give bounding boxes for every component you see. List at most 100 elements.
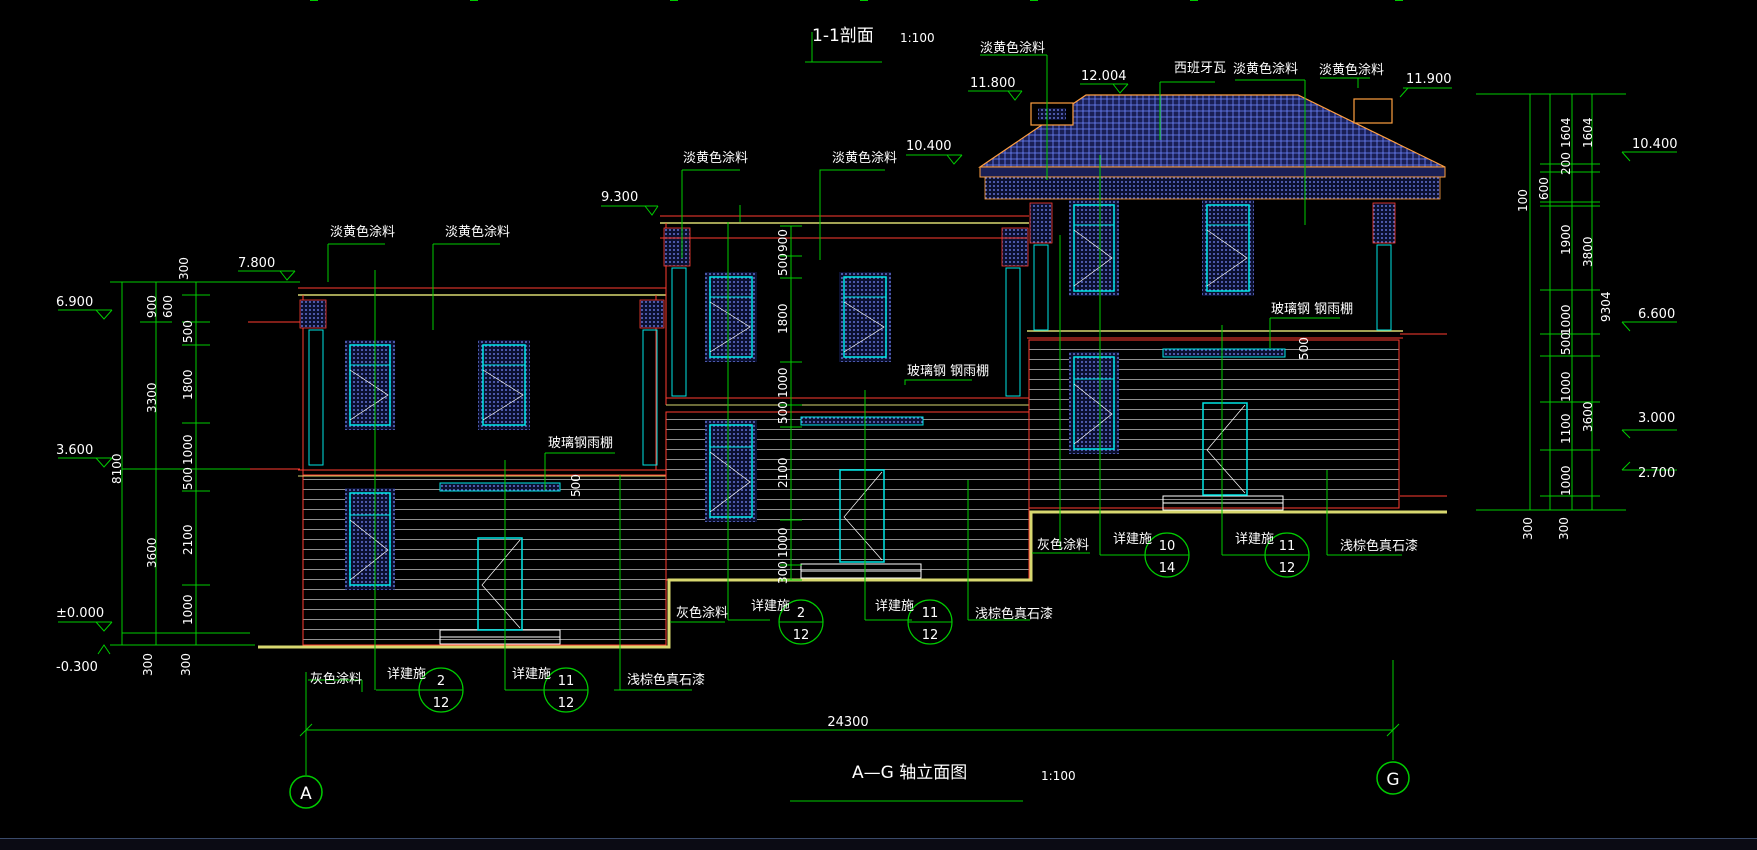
r-dim-300a: 300 [1521, 517, 1535, 540]
callout-3-top: 2 [797, 606, 805, 621]
note-detail-2: 详建施 [512, 667, 551, 682]
note-canopy-1: 玻璃钢雨棚 [548, 436, 613, 451]
note-dim-500-left: 500 [569, 474, 583, 497]
mid-dim-900: 900 [776, 229, 790, 252]
status-strip [0, 838, 1757, 850]
overall-length: 24300 [827, 715, 868, 730]
mid-dim-300: 300 [776, 561, 790, 584]
r-dim-1900: 1900 [1559, 224, 1573, 255]
elevation-drawing: A G 2 12 11 12 2 12 11 12 10 14 11 12 1-… [56, 0, 1678, 809]
note-yellow-paint-1: 淡黄色涂料 [330, 224, 395, 240]
dim-1000b: 1000 [181, 594, 195, 625]
dim-600: 600 [161, 295, 175, 318]
section-title: 1-1剖面 [812, 26, 874, 46]
callout-1-bottom: 12 [433, 696, 450, 711]
mid-dim-1000b: 1000 [776, 527, 790, 558]
dim-1000a: 1000 [181, 434, 195, 465]
note-detail-4: 详建施 [875, 599, 914, 614]
detail-callout-4: 11 12 [907, 599, 953, 645]
dim-3300: 3300 [145, 382, 159, 413]
dim-300b: 300 [141, 653, 155, 676]
axis-label-a: A [300, 784, 312, 804]
callout-4-bottom: 12 [922, 628, 939, 643]
level-7800: 7.800 [238, 256, 275, 271]
callout-1-top: 2 [437, 674, 445, 689]
dim-500b: 500 [181, 467, 195, 490]
level-12004: 12.004 [1081, 69, 1127, 84]
r-dim-9304: 9304 [1599, 291, 1613, 322]
note-stone-1: 浅棕色真石漆 [627, 672, 705, 688]
note-canopy-2: 玻璃钢 钢雨棚 [907, 364, 989, 379]
note-detail-6: 详建施 [1235, 532, 1274, 547]
wall-middle-block [660, 215, 1030, 581]
note-yellow-paint-7: 淡黄色涂料 [1319, 62, 1384, 78]
dim-300c: 300 [179, 653, 193, 676]
level-3000: 3.000 [1638, 411, 1675, 426]
level-10400-left: 10.400 [906, 139, 952, 154]
elevation-scale: 1:100 [1041, 769, 1076, 783]
mid-dim-2100: 2100 [776, 457, 790, 488]
note-yellow-paint-4: 淡黄色涂料 [832, 150, 897, 166]
level-11800: 11.800 [970, 76, 1016, 91]
note-grey-paint-1: 灰色涂料 [310, 671, 362, 687]
note-dim-500-right: 500 [1297, 337, 1311, 360]
note-stone-2: 浅棕色真石漆 [975, 606, 1053, 622]
mid-dim-500b: 500 [776, 401, 790, 424]
section-scale: 1:100 [900, 31, 935, 45]
note-spanish-tile: 西班牙瓦 [1174, 61, 1226, 76]
note-canopy-3: 玻璃钢 钢雨棚 [1271, 302, 1353, 317]
note-grey-paint-3: 灰色涂料 [1037, 537, 1089, 553]
axis-bubble-g: G [1376, 761, 1410, 795]
level-3600: 3.600 [56, 443, 93, 458]
dim-500a: 500 [181, 320, 195, 343]
note-yellow-paint-6: 淡黄色涂料 [1233, 61, 1298, 77]
note-yellow-paint-3: 淡黄色涂料 [683, 150, 748, 166]
r-dim-1604b: 1604 [1581, 117, 1595, 148]
dim-2100: 2100 [181, 524, 195, 555]
callout-2-top: 11 [558, 674, 575, 689]
left-dimension-text: 300 900 600 500 1800 1000 500 2100 1000 … [110, 257, 195, 676]
mid-dim-1800: 1800 [776, 303, 790, 334]
callout-3-bottom: 12 [793, 628, 810, 643]
r-dim-1000b: 1000 [1559, 371, 1573, 402]
callout-6-bottom: 12 [1279, 561, 1296, 576]
r-dim-1000c: 1000 [1559, 465, 1573, 496]
note-detail-5: 详建施 [1113, 532, 1152, 547]
mid-dim-1000: 1000 [776, 367, 790, 398]
note-detail-3: 详建施 [751, 599, 790, 614]
middle-dimension-text: 900 500 1800 1000 500 2100 1000 300 [776, 229, 790, 584]
note-grey-paint-2: 灰色涂料 [676, 605, 728, 621]
r-dim-200: 200 [1559, 152, 1573, 175]
note-yellow-paint-2: 淡黄色涂料 [445, 224, 510, 240]
level-m300: -0.300 [56, 660, 98, 675]
right-dimension-text: 1604 1604 200 100 600 1900 1000 500 1000… [1516, 117, 1613, 540]
elevation-title-block: A—G 轴立面图 1:100 [790, 763, 1076, 802]
callout-5-top: 10 [1159, 539, 1176, 554]
r-dim-600: 600 [1537, 177, 1551, 200]
level-11900: 11.900 [1406, 72, 1452, 87]
r-dim-1100: 1100 [1559, 413, 1573, 444]
mid-dim-500a: 500 [776, 253, 790, 276]
dim-300: 300 [177, 257, 191, 280]
dim-1800: 1800 [181, 369, 195, 400]
elevation-title: A—G 轴立面图 [852, 763, 967, 783]
note-stone-3: 浅棕色真石漆 [1340, 538, 1418, 554]
r-dim-3600: 3600 [1581, 401, 1595, 432]
level-6900: 6.900 [56, 295, 93, 310]
note-yellow-paint-5: 淡黄色涂料 [980, 40, 1045, 56]
axis-bubble-a: A [289, 775, 323, 809]
hip-roof [978, 94, 1446, 200]
dim-900: 900 [145, 295, 159, 318]
level-6600: 6.600 [1638, 307, 1675, 322]
level-10400-right: 10.400 [1632, 137, 1678, 152]
r-dim-100: 100 [1516, 189, 1530, 212]
r-dim-1604a: 1604 [1559, 117, 1573, 148]
left-dimension-lines [110, 281, 300, 646]
callout-4-top: 11 [922, 606, 939, 621]
callout-6-top: 11 [1279, 539, 1296, 554]
callout-2-bottom: 12 [558, 696, 575, 711]
r-dim-1000a: 1000 [1559, 304, 1573, 335]
level-2700: 2.700 [1638, 466, 1675, 481]
dim-3600: 3600 [145, 537, 159, 568]
level-9300: 9.300 [601, 190, 638, 205]
